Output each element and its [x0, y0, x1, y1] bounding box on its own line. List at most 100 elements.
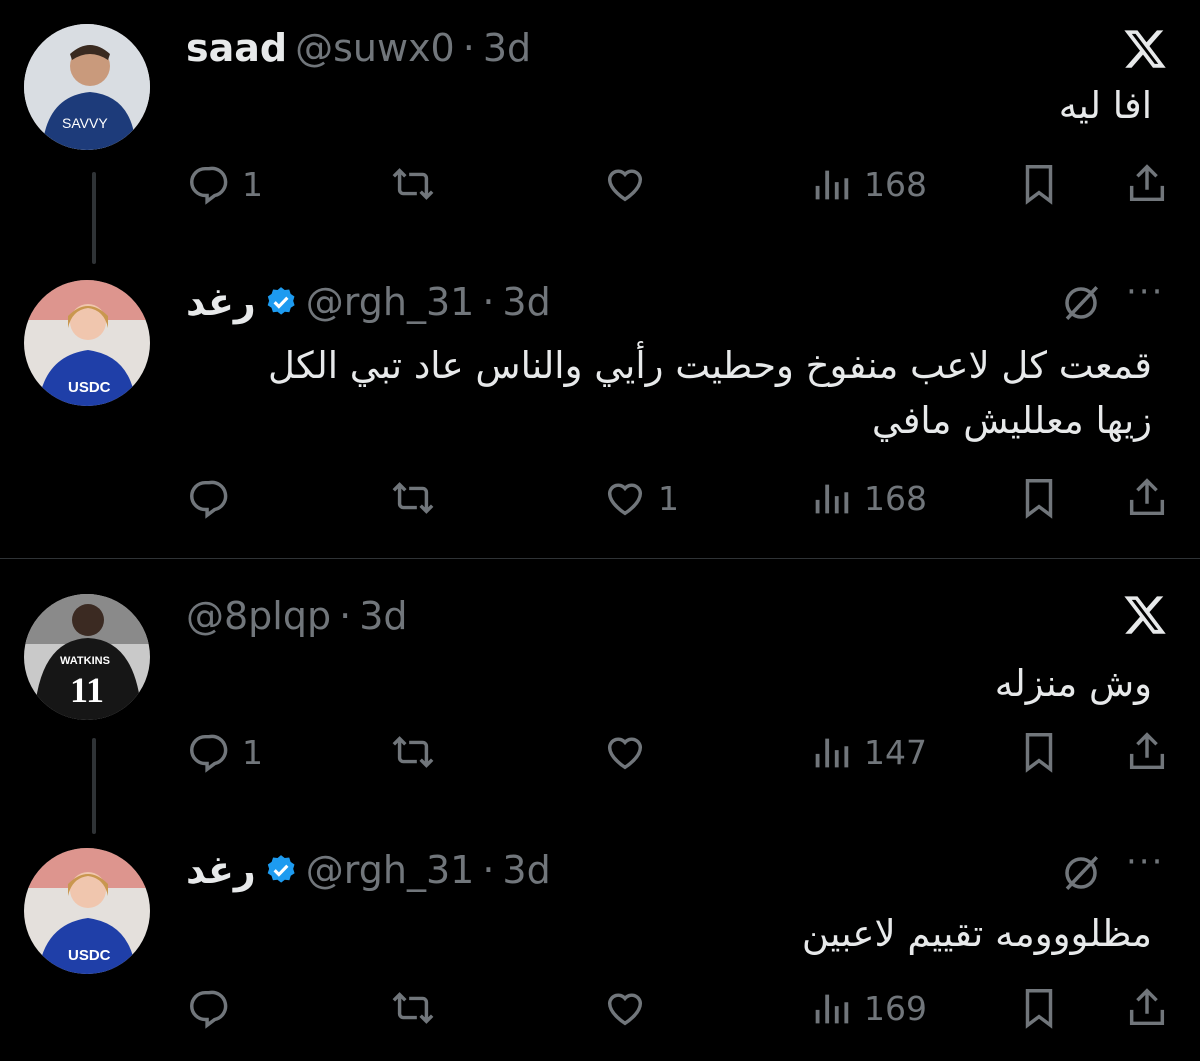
bookmark-icon [1025, 989, 1053, 1029]
avatar-raghad[interactable]: USDC [24, 280, 150, 406]
separator-dot: · [482, 848, 495, 892]
avatar-jersey-name: WATKINS [60, 655, 110, 667]
views-button[interactable]: 169 [808, 978, 927, 1038]
post-time[interactable]: 3d [502, 848, 550, 892]
reply-icon [190, 166, 228, 205]
share-button[interactable] [1124, 722, 1170, 782]
display-name[interactable]: رغد [186, 280, 256, 324]
views-icon [815, 738, 849, 768]
x-logo-icon[interactable] [1122, 26, 1168, 72]
reply-icon [190, 480, 228, 519]
bookmark-button[interactable] [1016, 722, 1062, 782]
repost-button[interactable] [390, 154, 436, 214]
thread-divider [0, 558, 1200, 559]
post-3-actions: 1 147 [186, 722, 1170, 782]
like-button[interactable] [602, 978, 658, 1038]
share-button[interactable] [1124, 468, 1170, 528]
post-time[interactable]: 3d [359, 594, 407, 638]
avatar-jersey-number: 11 [70, 670, 104, 710]
display-name[interactable]: saad [186, 26, 287, 70]
post-1-actions: 1 168 [186, 154, 1170, 214]
like-button[interactable]: 1 [602, 468, 679, 528]
repost-icon [392, 992, 434, 1024]
heart-icon [607, 737, 643, 770]
avatar-jersey-text: USDC [68, 947, 111, 964]
view-count: 168 [864, 478, 927, 518]
bookmark-button[interactable] [1016, 468, 1062, 528]
user-handle[interactable]: @rgh_31 [306, 280, 475, 324]
reply-count: 1 [242, 732, 263, 772]
repost-icon [392, 168, 434, 200]
bookmark-icon [1025, 165, 1053, 205]
post-2-actions: 1 168 [186, 468, 1170, 528]
user-handle[interactable]: @rgh_31 [306, 848, 475, 892]
repost-icon [392, 482, 434, 514]
views-icon [815, 994, 849, 1024]
views-icon [815, 170, 849, 200]
avatar-raghad[interactable]: USDC [24, 848, 150, 974]
share-button[interactable] [1124, 978, 1170, 1038]
heart-icon [607, 483, 643, 516]
post-text: وش منزله [994, 662, 1152, 705]
post-3-header: @8plqp · 3d [186, 594, 408, 638]
verified-badge-icon [267, 855, 295, 883]
view-count: 168 [864, 164, 927, 204]
bookmark-button[interactable] [1016, 978, 1062, 1038]
like-count: 1 [658, 478, 679, 518]
share-button[interactable] [1124, 154, 1170, 214]
separator-dot: · [462, 26, 475, 70]
view-count: 147 [864, 732, 927, 772]
separator-dot: · [339, 594, 352, 638]
repost-button[interactable] [390, 978, 436, 1038]
heart-icon [607, 169, 643, 202]
views-button[interactable]: 168 [808, 154, 927, 214]
bookmark-button[interactable] [1016, 154, 1062, 214]
reply-count: 1 [242, 164, 263, 204]
share-icon [1129, 732, 1165, 770]
bookmark-icon [1025, 733, 1053, 773]
like-button[interactable] [602, 154, 658, 214]
separator-dot: · [482, 280, 495, 324]
views-button[interactable]: 147 [808, 722, 927, 782]
reply-button[interactable] [186, 978, 242, 1038]
avatar-jersey-text: USDC [68, 379, 111, 396]
more-icon[interactable]: ··· [1126, 272, 1164, 312]
post-4-header: رغد @rgh_31 · 3d [186, 848, 551, 892]
reply-button[interactable] [186, 468, 242, 528]
grok-icon[interactable] [1060, 282, 1102, 324]
bookmark-icon [1025, 479, 1053, 519]
share-icon [1129, 164, 1165, 202]
heart-icon [607, 993, 643, 1026]
post-text: افا ليه [1058, 84, 1152, 127]
post-4-actions: 169 [186, 978, 1170, 1038]
grok-icon[interactable] [1060, 852, 1102, 894]
post-time[interactable]: 3d [483, 26, 531, 70]
post-text: قمعت كل لاعب منفوخ وحطيت رأيي والناس عاد… [268, 344, 1152, 442]
views-button[interactable]: 168 [808, 468, 927, 528]
repost-button[interactable] [390, 468, 436, 528]
reply-button[interactable]: 1 [186, 722, 263, 782]
reply-icon [190, 734, 228, 773]
view-count: 169 [864, 988, 927, 1028]
reply-icon [190, 990, 228, 1029]
repost-button[interactable] [390, 722, 436, 782]
avatar-saad[interactable]: SAVVY [24, 24, 150, 150]
thread-line [92, 172, 96, 264]
post-text: مظلووومه تقييم لاعبين [801, 912, 1152, 955]
share-icon [1129, 988, 1165, 1026]
post-2-header: رغد @rgh_31 · 3d [186, 280, 551, 324]
user-handle[interactable]: @8plqp [186, 594, 331, 638]
avatar-8plqp[interactable]: WATKINS 11 [24, 594, 150, 720]
post-time[interactable]: 3d [502, 280, 550, 324]
post-1-header: saad @suwx0 · 3d [186, 26, 531, 70]
views-icon [815, 484, 849, 514]
like-button[interactable] [602, 722, 658, 782]
display-name[interactable]: رغد [186, 848, 256, 892]
repost-icon [392, 736, 434, 768]
more-icon[interactable]: ··· [1126, 842, 1164, 882]
avatar-jersey-text: SAVVY [62, 115, 108, 131]
reply-button[interactable]: 1 [186, 154, 263, 214]
user-handle[interactable]: @suwx0 [295, 26, 455, 70]
x-logo-icon[interactable] [1122, 592, 1168, 638]
share-icon [1129, 478, 1165, 516]
